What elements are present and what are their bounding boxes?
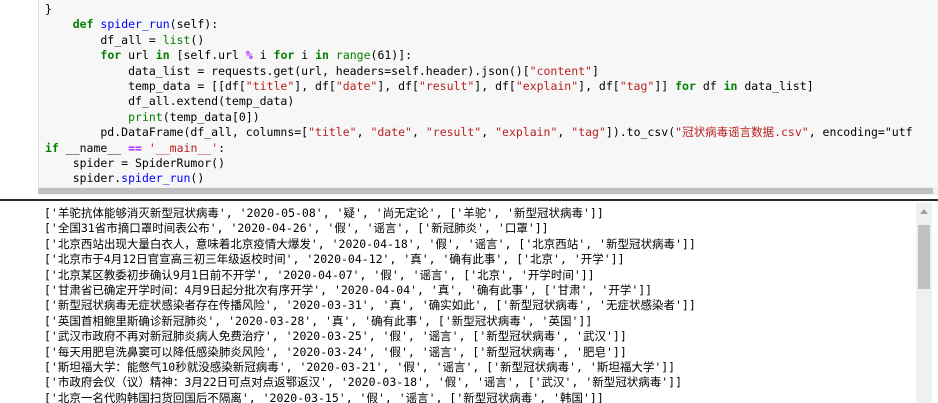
code-editor[interactable]: } def spider_run(self): df_all = list() …	[38, 0, 938, 187]
code-cell[interactable]: } def spider_run(self): df_all = list() …	[0, 0, 938, 195]
cell-divider	[0, 199, 938, 201]
output-area: ['羊驼抗体能够消灭新型冠状病毒', '2020-05-08', '疑', '尚…	[38, 203, 915, 403]
scroll-up-arrow-icon[interactable]	[920, 209, 928, 214]
output-line: ['北京一名代购韩国扫货回国后不隔离', '2020-03-15', '假', …	[44, 390, 604, 403]
code-line: spider.spider_run()	[45, 171, 205, 186]
vertical-scrollbar-thumb[interactable]	[918, 225, 930, 289]
output-line: ['甘肃省已确定开学时间：4月9日起分批次有序开学', '2020-04-04'…	[44, 283, 653, 297]
output-line: ['北京西站出现大量白衣人，意味着北京疫情大爆发', '2020-04-18',…	[44, 236, 696, 251]
code-line: data_list = requests.get(url, headers=se…	[45, 63, 599, 78]
horizontal-scrollbar-thumb[interactable]	[38, 188, 933, 194]
output-line: ['新型冠状病毒无症状感染者存在传播风险', '2020-03-31', '真'…	[44, 298, 696, 313]
output-line: ['北京某区教委初步确认9月1日前不开学', '2020-04-07', '假'…	[44, 267, 595, 282]
code-line: spider = SpiderRumor()	[45, 156, 226, 170]
output-line: ['武汉市政府不再对新冠肺炎病人免费治疗', '2020-03-25', '假'…	[44, 329, 627, 344]
output-line: ['羊驼抗体能够消灭新型冠状病毒', '2020-05-08', '疑', '尚…	[44, 206, 604, 220]
horizontal-scrollbar[interactable]	[38, 187, 938, 195]
output-line: ['英国首相鲍里斯确诊新冠肺炎', '2020-03-28', '真', '确有…	[44, 313, 593, 328]
code-line: pd.DataFrame(df_all, columns=["title", "…	[45, 125, 913, 140]
code-line: print(temp_data[0])	[128, 109, 260, 124]
code-line: df_all = list()	[45, 32, 205, 47]
output-line: ['市政府会仪（议）精神：3月22日可点对点返鄂返汉', '2020-03-18…	[44, 375, 683, 390]
code-line: df_all.extend(temp_data)	[45, 94, 295, 109]
code-line: for url in [self.url % i for i in range(…	[100, 48, 413, 63]
code-line: }	[45, 2, 52, 16]
output-line: ['全国31省市摘口罩时间表公布', '2020-04-26', '假', '谣…	[44, 221, 549, 236]
output-line: ['每天用肥皂洗鼻窦可以降低感染肺炎风险', '2020-03-24', '假'…	[44, 344, 627, 359]
vertical-scrollbar[interactable]	[916, 203, 932, 403]
code-line: if __name__ == '__main__':	[45, 140, 226, 155]
output-line: ['斯坦福大学：能憋气10秒就没感染新冠病毒', '2020-03-21', '…	[44, 360, 676, 374]
code-line: def spider_run(self):	[72, 17, 219, 32]
code-line: temp_data = [[df["title"], df["date"], d…	[45, 79, 814, 93]
output-line: ['北京市于4月12日官宣高三初三年级返校时间', '2020-04-12', …	[44, 252, 625, 267]
